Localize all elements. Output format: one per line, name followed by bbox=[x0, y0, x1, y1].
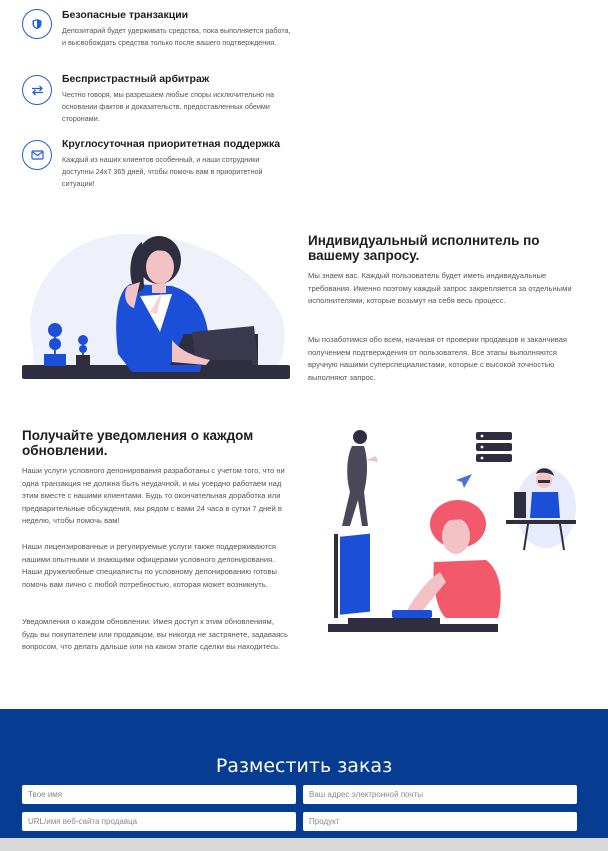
page-bottom-strip bbox=[0, 838, 608, 851]
standing-woman bbox=[342, 430, 378, 526]
notifications-title: Получайте уведомления о каждом обновлени… bbox=[22, 428, 254, 458]
envelope-icon bbox=[30, 150, 44, 160]
feature-text: Каждый из наших клиентов особенный, и на… bbox=[62, 155, 263, 188]
order-section: Разместить заказ bbox=[0, 709, 608, 851]
individual-title: Индивидуальный исполнитель по вашему зап… bbox=[308, 233, 540, 263]
shield-icon bbox=[32, 19, 42, 29]
seller-url-input[interactable] bbox=[22, 812, 296, 831]
individual-paragraph-1: Мы знаем вас. Каждый пользователь будет … bbox=[308, 271, 572, 305]
feature-secure-transactions: Безопасные транзакции Депозитарий будет … bbox=[22, 9, 292, 61]
notifications-paragraph-1: Наши услуги условного депонирования разр… bbox=[22, 466, 285, 525]
product-input[interactable] bbox=[303, 812, 577, 831]
paper-plane-icon bbox=[456, 474, 472, 488]
feature-icon-circle bbox=[22, 75, 52, 105]
notifications-illustration bbox=[328, 430, 576, 632]
woman-laptop-illustration bbox=[22, 233, 290, 379]
feature-title: Беспристрастный арбитраж bbox=[62, 73, 210, 85]
feature-support: Круглосуточная приоритетная поддержка Ка… bbox=[22, 138, 292, 190]
feature-icon-circle bbox=[22, 140, 52, 170]
order-title: Разместить заказ bbox=[215, 755, 393, 777]
notifications-paragraph-3: Уведомления о каждом обновлении. Имея до… bbox=[22, 617, 288, 651]
feature-title: Безопасные транзакции bbox=[62, 9, 189, 21]
feature-title: Круглосуточная приоритетная поддержка bbox=[62, 138, 281, 150]
name-input[interactable] bbox=[22, 785, 296, 804]
seated-man bbox=[506, 468, 576, 551]
exchange-arrows-icon bbox=[31, 85, 43, 95]
feature-icon-circle bbox=[22, 9, 52, 39]
feature-text: Депозитарий будет удерживать средства, п… bbox=[62, 26, 291, 47]
feature-arbitration: Беспристрастный арбитраж Честно говоря, … bbox=[22, 73, 292, 125]
individual-paragraph-2: Мы позаботимся обо всем, начиная от пров… bbox=[308, 335, 568, 382]
email-input[interactable] bbox=[303, 785, 577, 804]
server-icon bbox=[476, 432, 512, 462]
woman-at-desk bbox=[328, 500, 501, 632]
feature-text: Честно говоря, мы разрешаем любые споры … bbox=[62, 90, 275, 123]
notifications-paragraph-2: Наши лицензированные и регулируемые услу… bbox=[22, 542, 277, 589]
